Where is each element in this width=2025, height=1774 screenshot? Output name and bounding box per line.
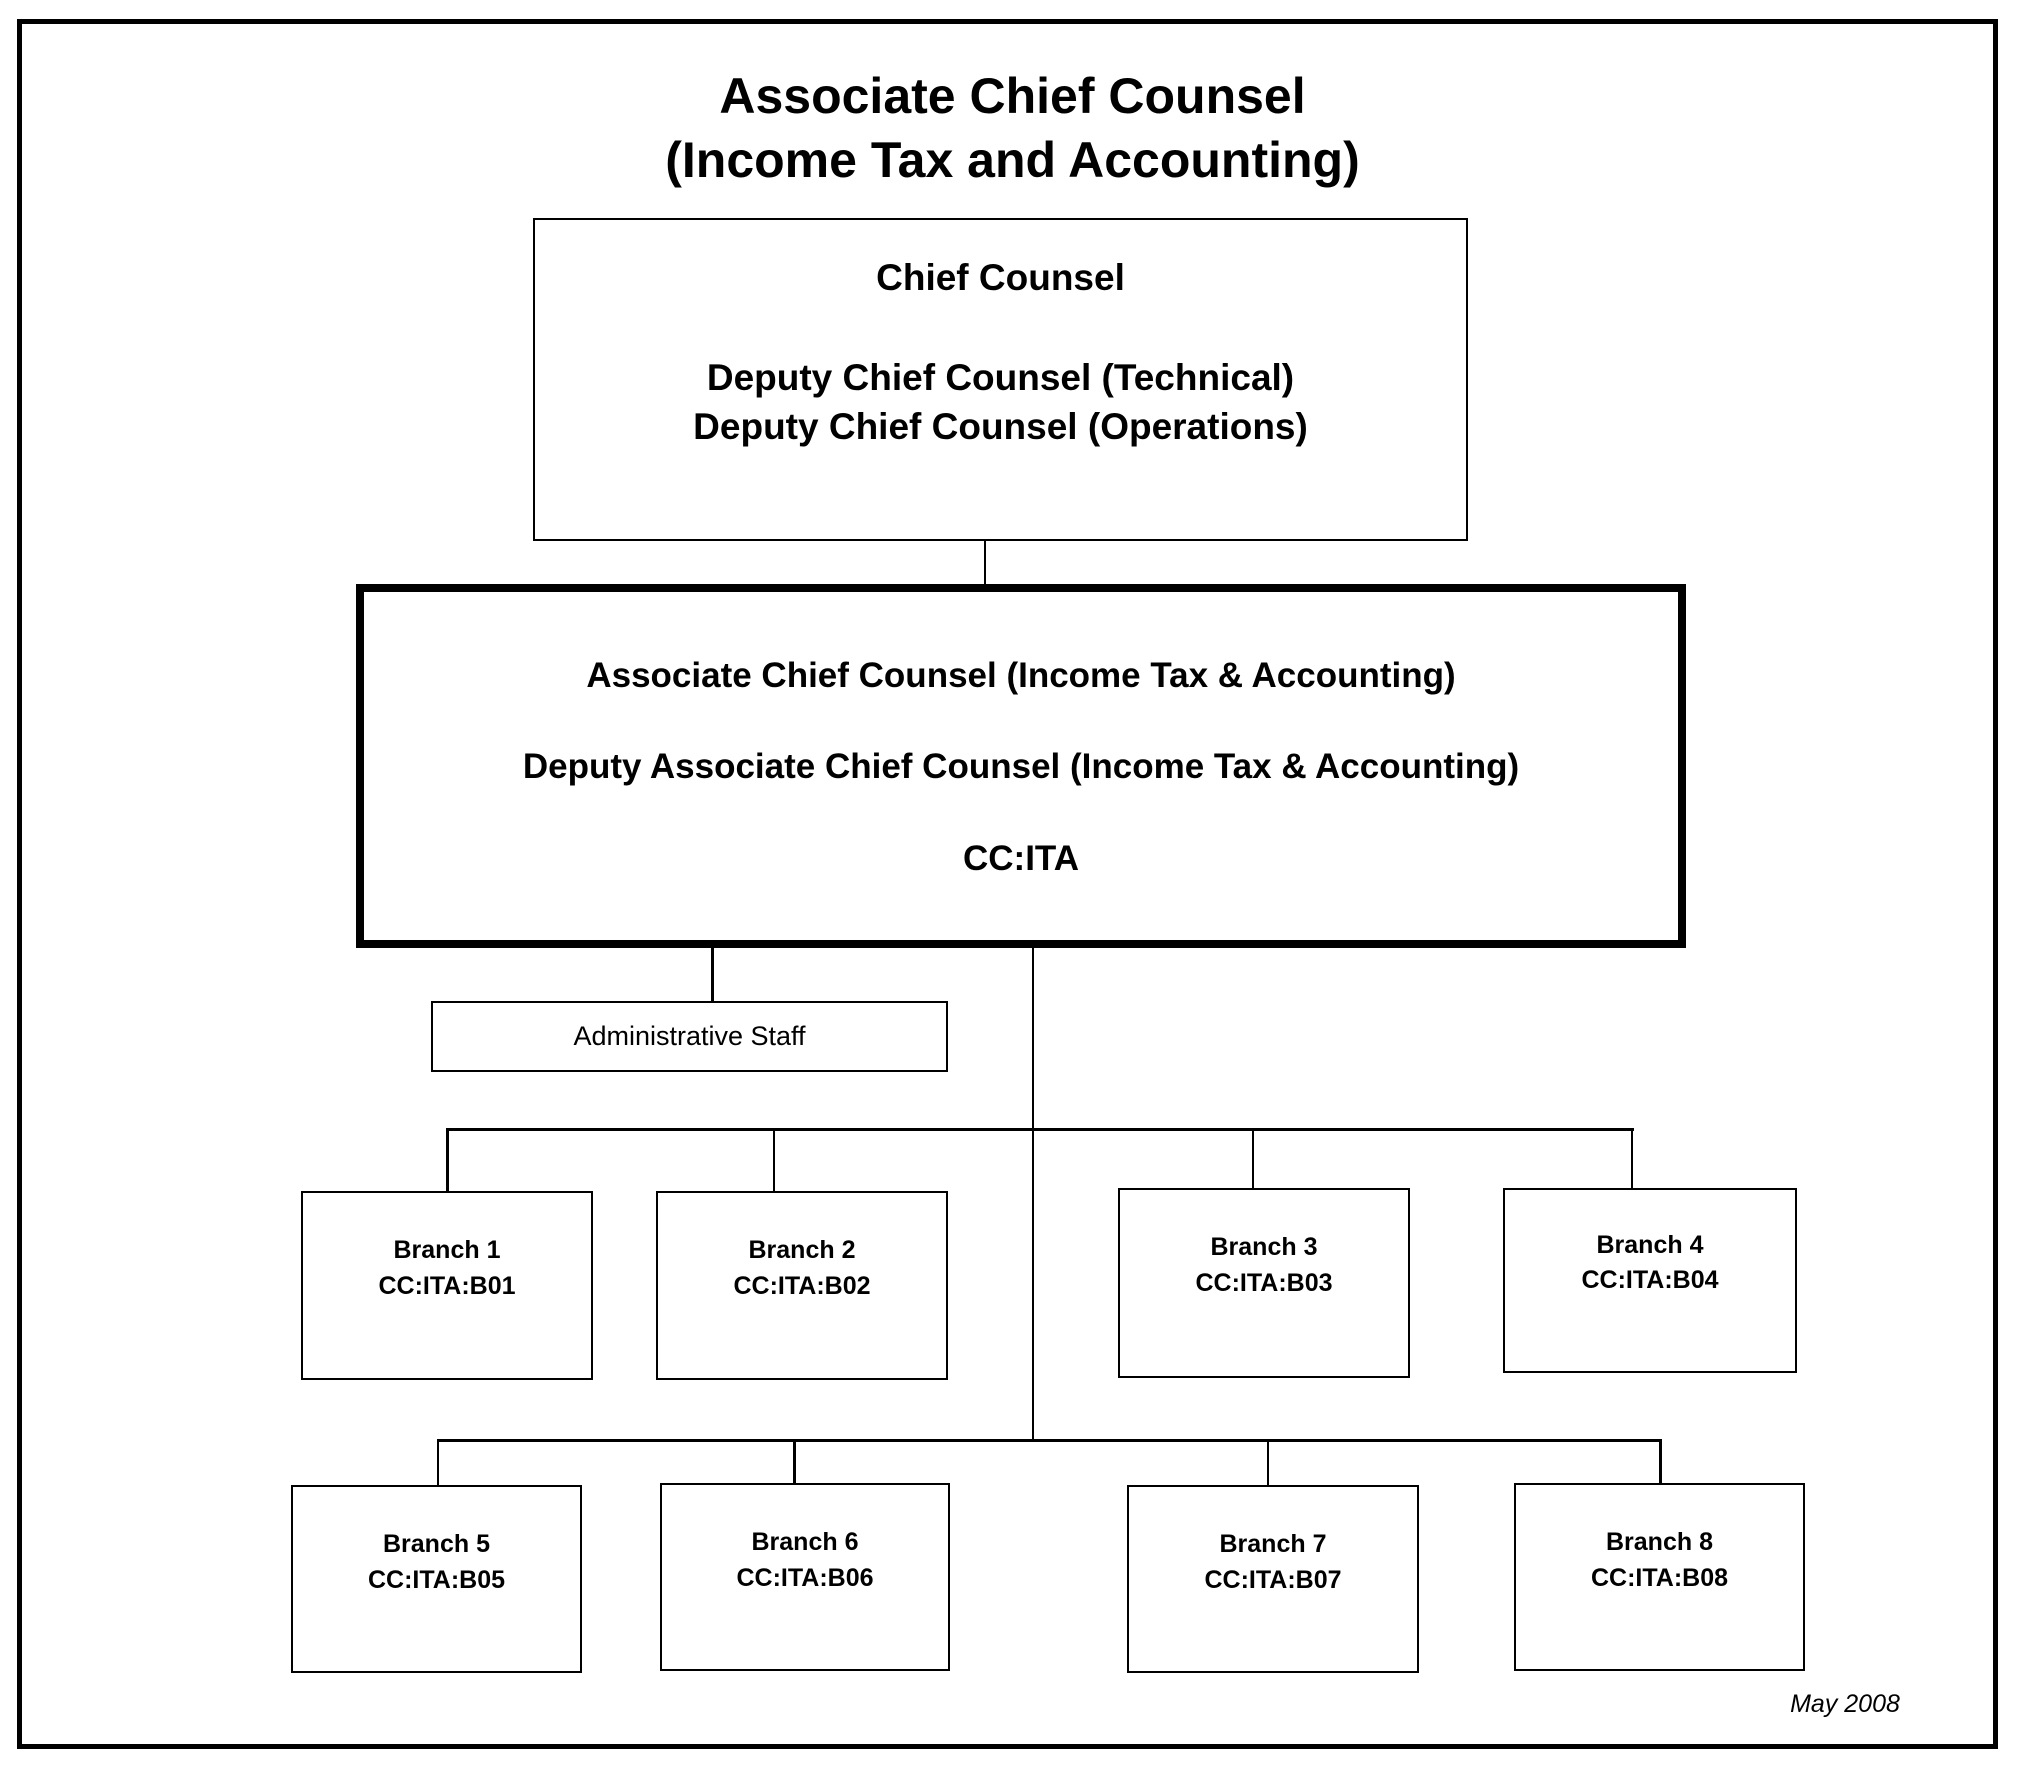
connector-branch-2 — [773, 1129, 775, 1192]
branch-2-code: CC:ITA:B02 — [733, 1272, 871, 1300]
branch-6-name: Branch 6 — [751, 1528, 859, 1556]
connector-branch-8 — [1659, 1440, 1662, 1484]
branch-2-box: Branch 2 CC:ITA:B02 — [656, 1191, 948, 1380]
connector-branch-4 — [1631, 1129, 1633, 1189]
connector-branch-5 — [437, 1440, 439, 1486]
branch-8-code: CC:ITA:B08 — [1590, 1564, 1729, 1592]
branch-8-box: Branch 8 CC:ITA:B08 — [1514, 1483, 1805, 1671]
connector-bus-row2 — [437, 1439, 1662, 1442]
branch-1-box: Branch 1 CC:ITA:B01 — [301, 1191, 593, 1380]
branch-4-box: Branch 4 CC:ITA:B04 — [1503, 1188, 1797, 1373]
branch-5-box: Branch 5 CC:ITA:B05 — [291, 1485, 582, 1673]
branch-1-code: CC:ITA:B01 — [378, 1272, 516, 1300]
branch-7-box: Branch 7 CC:ITA:B07 — [1127, 1485, 1419, 1673]
branch-3-code: CC:ITA:B03 — [1195, 1269, 1333, 1297]
chart-title-line2: (Income Tax and Accounting) — [665, 132, 1360, 188]
connector-branch-6 — [793, 1440, 796, 1484]
acc-label: Associate Chief Counsel (Income Tax & Ac… — [586, 656, 1456, 695]
administrative-staff-box: Administrative Staff — [431, 1001, 948, 1072]
branch-6-box: Branch 6 CC:ITA:B06 — [660, 1483, 950, 1671]
connector-branch-7 — [1267, 1440, 1269, 1486]
deputy-technical-label: Deputy Chief Counsel (Technical) — [706, 357, 1295, 398]
connector-branch-3 — [1252, 1129, 1254, 1189]
branch-7-code: CC:ITA:B07 — [1204, 1566, 1342, 1594]
chart-title-line1: Associate Chief Counsel — [719, 68, 1306, 124]
branch-7-name: Branch 7 — [1219, 1530, 1327, 1558]
branch-1-name: Branch 1 — [393, 1236, 501, 1264]
connector-branch-1 — [446, 1129, 449, 1192]
administrative-staff-label: Administrative Staff — [573, 1021, 806, 1051]
chief-counsel-label: Chief Counsel — [876, 257, 1125, 298]
connector-bus-row1 — [446, 1128, 1634, 1131]
branch-4-code: CC:ITA:B04 — [1581, 1266, 1719, 1294]
connector-acc-admin — [711, 946, 714, 1002]
chief-counsel-box: Chief Counsel Deputy Chief Counsel (Tech… — [533, 218, 1468, 541]
connector-trunk — [1032, 946, 1034, 1441]
deputy-operations-label: Deputy Chief Counsel (Operations) — [693, 406, 1308, 447]
branch-5-name: Branch 5 — [383, 1530, 490, 1558]
branch-2-name: Branch 2 — [748, 1236, 856, 1264]
branch-6-code: CC:ITA:B06 — [736, 1564, 874, 1592]
revision-date: May 2008 — [1790, 1690, 1900, 1718]
branch-8-name: Branch 8 — [1606, 1528, 1713, 1556]
associate-chief-counsel-box: Associate Chief Counsel (Income Tax & Ac… — [356, 584, 1686, 948]
connector-chief-acc — [984, 540, 986, 586]
branch-4-name: Branch 4 — [1596, 1231, 1704, 1259]
office-code-label: CC:ITA — [963, 839, 1079, 878]
branch-3-name: Branch 3 — [1210, 1233, 1318, 1261]
branch-3-box: Branch 3 CC:ITA:B03 — [1118, 1188, 1410, 1378]
branch-5-code: CC:ITA:B05 — [367, 1566, 506, 1594]
deputy-acc-label: Deputy Associate Chief Counsel (Income T… — [522, 747, 1520, 786]
